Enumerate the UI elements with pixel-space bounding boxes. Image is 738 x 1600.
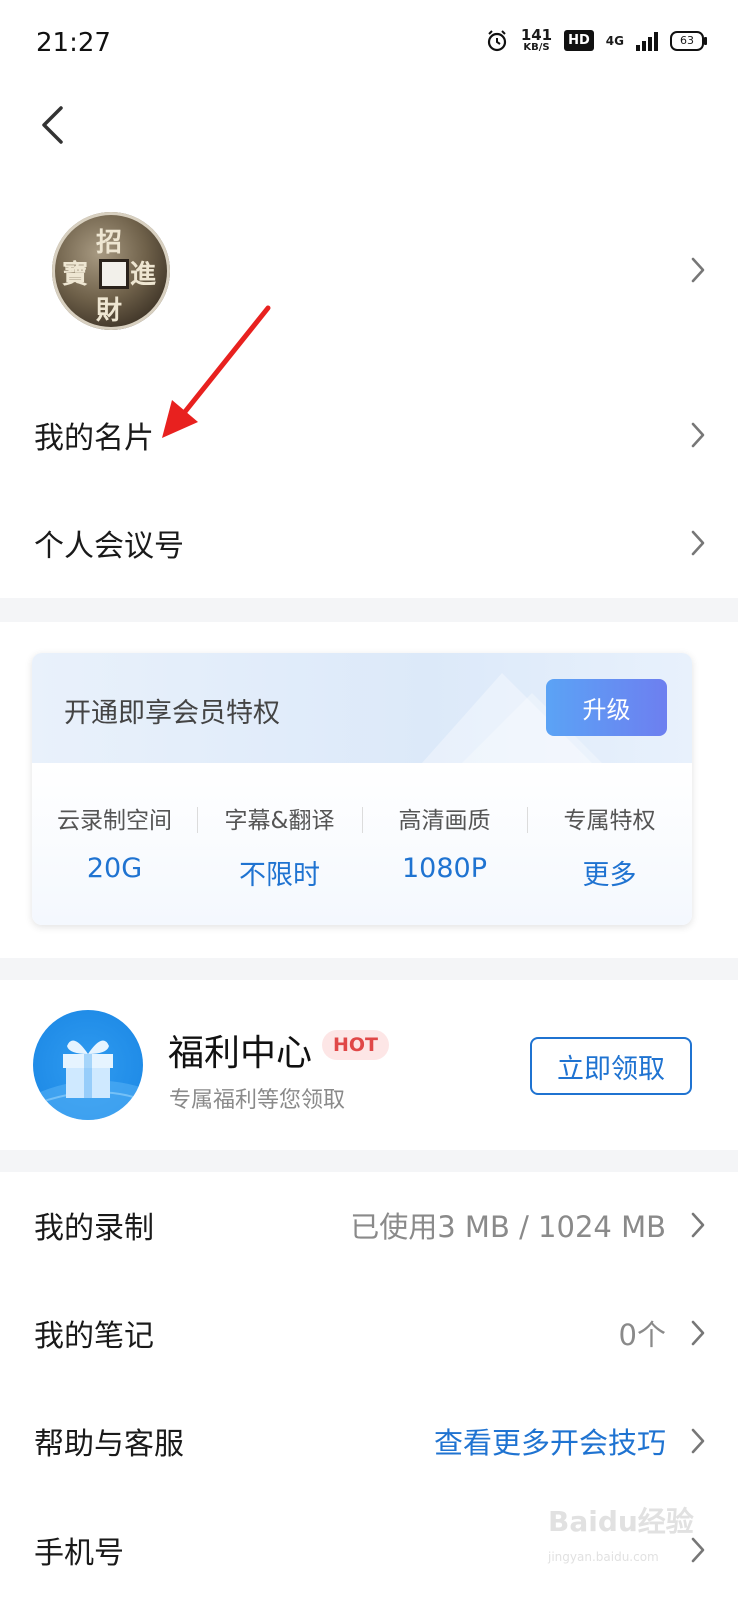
back-button[interactable] [32, 100, 72, 150]
vip-benefits: 云录制空间 20G 字幕&翻译 不限时 高清画质 1080P 专属特权 更多 [32, 763, 692, 925]
my-recordings-row[interactable]: 我的录制 已使用3 MB / 1024 MB [0, 1190, 738, 1260]
my-notes-row[interactable]: 我的笔记 0个 [0, 1298, 738, 1368]
watermark-text: Baidu经验 [548, 1505, 694, 1538]
net-speed: 141 KB/S [521, 28, 552, 53]
vip-card-header: 开通即享会员特权 升级 [32, 653, 692, 763]
meeting-id-row[interactable]: 个人会议号 [0, 508, 738, 578]
chevron-right-icon [691, 422, 705, 448]
vip-card[interactable]: 开通即享会员特权 升级 云录制空间 20G 字幕&翻译 不限时 高清画质 108… [32, 653, 692, 925]
benefit-cloud-recording[interactable]: 云录制空间 20G [32, 801, 197, 884]
benefit-value: 更多 [582, 860, 637, 891]
benefit-title: 高清画质 [398, 808, 491, 834]
menu-label: 我的笔记 [34, 1319, 154, 1354]
status-time: 21:27 [36, 28, 111, 58]
status-icons: 141 KB/S HD 4G 63 [485, 28, 707, 53]
status-bar: 21:27 141 KB/S HD 4G 63 [0, 0, 738, 90]
meeting-id-label: 个人会议号 [34, 529, 184, 564]
section-divider [0, 598, 738, 622]
benefit-title: 专属特权 [563, 808, 656, 834]
menu-label: 帮助与客服 [34, 1427, 184, 1462]
chevron-right-icon [691, 530, 705, 556]
watermark-url: jingyan.baidu.com [548, 1550, 659, 1564]
benefit-value: 20G [86, 853, 143, 884]
chevron-right-icon [691, 1212, 705, 1238]
chevron-right-icon [691, 1320, 705, 1346]
watermark: Baidu经验 jingyan.baidu.com [548, 1500, 698, 1580]
help-support-row[interactable]: 帮助与客服 查看更多开会技巧 [0, 1406, 738, 1476]
avatar-row[interactable]: 招 進 財 寶 [0, 205, 738, 335]
section-divider [0, 1150, 738, 1172]
hot-badge: HOT [322, 1030, 390, 1060]
alarm-icon [487, 29, 506, 51]
section-divider [0, 958, 738, 980]
my-card-row[interactable]: 我的名片 [0, 400, 738, 470]
benefit-title: 字幕&翻译 [224, 808, 335, 834]
claim-button[interactable]: 立即领取 [530, 1037, 692, 1095]
benefit-subtitles[interactable]: 字幕&翻译 不限时 [197, 801, 362, 892]
battery-icon: 63 [670, 30, 707, 51]
signal-icon [636, 31, 658, 51]
my-card-label: 我的名片 [34, 421, 154, 456]
chevron-right-icon [691, 1428, 705, 1454]
benefit-title: 云录制空间 [57, 808, 172, 834]
menu-value: 0个 [618, 1318, 666, 1352]
welfare-title: 福利中心 [168, 1033, 313, 1074]
benefit-value: 不限时 [239, 860, 320, 891]
benefit-hd-quality[interactable]: 高清画质 1080P [362, 801, 527, 884]
menu-value-link: 查看更多开会技巧 [433, 1426, 666, 1460]
benefit-value: 1080P [402, 853, 487, 884]
net-speed-unit: KB/S [523, 42, 550, 53]
menu-value: 已使用3 MB / 1024 MB [350, 1210, 666, 1244]
gift-icon [33, 1010, 143, 1120]
back-arrow-icon [42, 106, 63, 144]
hd-icon: HD [564, 30, 594, 51]
upgrade-button[interactable]: 升级 [546, 679, 667, 736]
welfare-subtitle: 专属福利等您领取 [169, 1088, 346, 1113]
benefit-more[interactable]: 专属特权 更多 [527, 801, 692, 892]
chevron-right-icon [691, 257, 705, 283]
vip-title: 开通即享会员特权 [64, 698, 280, 729]
menu-label: 我的录制 [34, 1211, 154, 1246]
network-type: 4G [605, 33, 624, 48]
menu-label: 手机号 [34, 1536, 124, 1571]
net-speed-value: 141 [520, 26, 553, 44]
